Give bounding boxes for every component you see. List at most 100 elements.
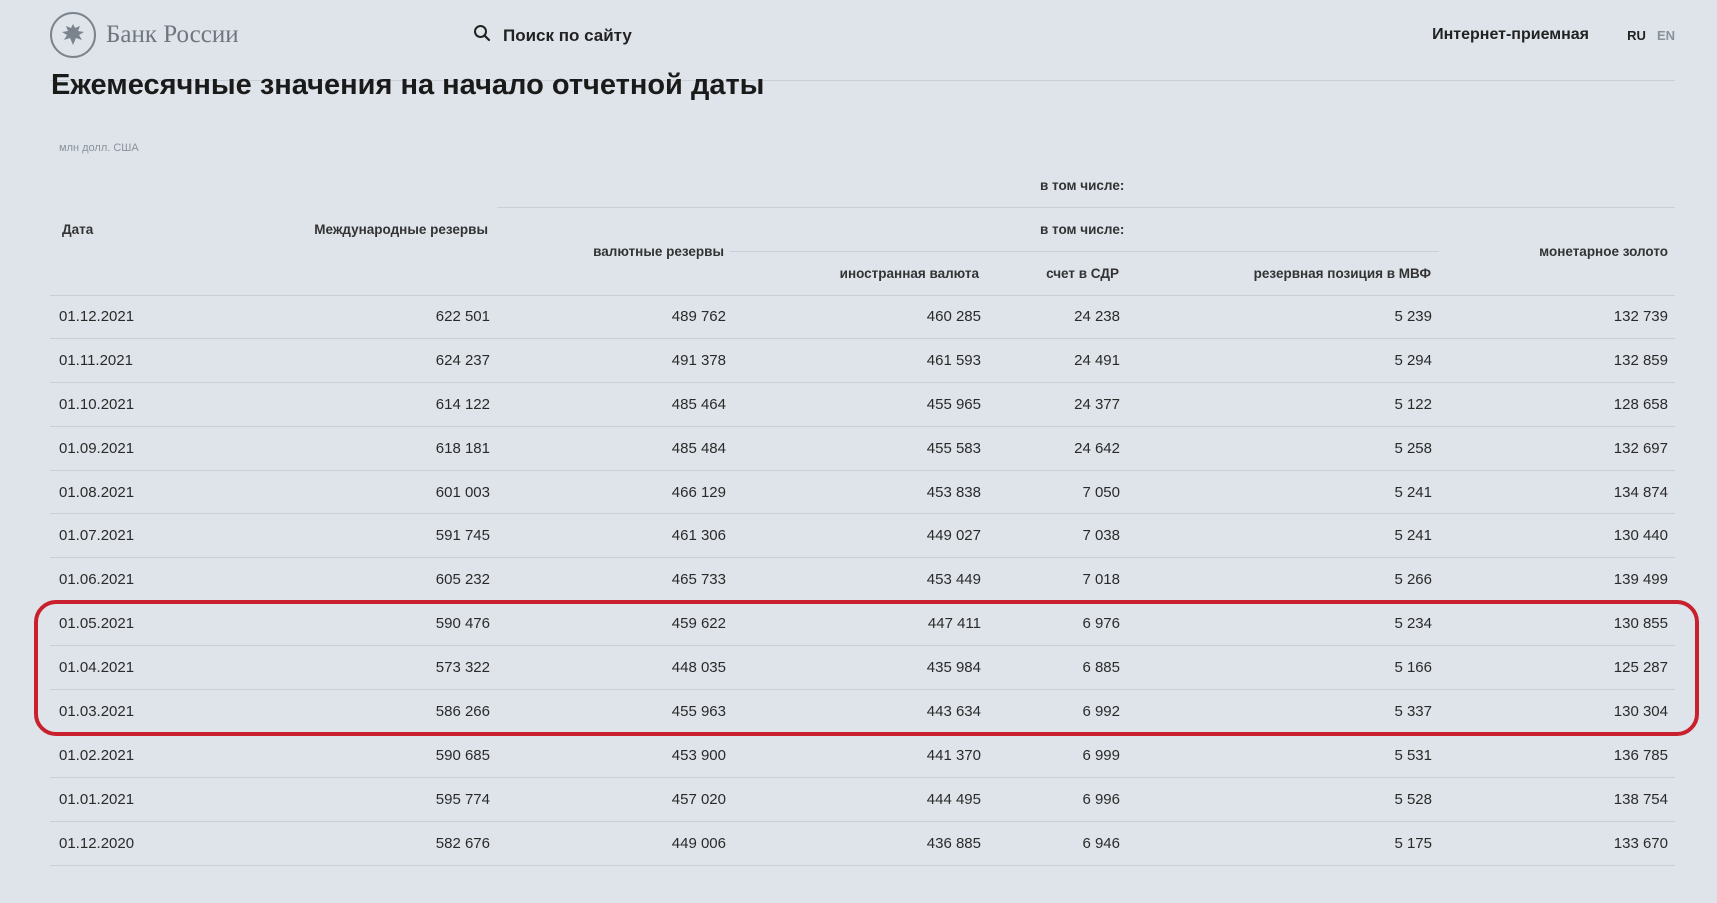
cell-date: 01.02.2021 [59, 746, 135, 764]
col-header-date: Дата [62, 222, 94, 237]
cell-imf-position: 5 166 [1394, 659, 1432, 677]
cell-sdr-account: 7 038 [1082, 527, 1120, 545]
lang-ru[interactable]: RU [1627, 28, 1646, 43]
units-label: млн долл. США [59, 142, 139, 154]
cell-foreign-currency: 441 370 [926, 746, 981, 764]
cell-currency-reserves: 449 006 [671, 834, 726, 852]
table-row: 01.01.2021 595 774 457 020 444 495 6 996 5 52… [50, 778, 1675, 822]
language-switcher: RU EN [1627, 28, 1675, 43]
cell-intl-reserves: 595 774 [435, 790, 490, 808]
cell-currency-reserves: 489 762 [671, 307, 726, 325]
cell-currency-reserves: 461 306 [671, 527, 726, 545]
cell-foreign-currency: 453 838 [926, 483, 981, 501]
col-header-currency-reserves: валютные резервы [593, 244, 724, 259]
cell-sdr-account: 6 885 [1082, 659, 1120, 677]
header-divider-1 [497, 207, 1675, 208]
cell-foreign-currency: 435 984 [926, 659, 981, 677]
cell-date: 01.09.2021 [59, 439, 135, 457]
cell-imf-position: 5 337 [1394, 702, 1432, 720]
cell-date: 01.11.2021 [59, 351, 133, 369]
cell-date: 01.12.2021 [59, 307, 135, 325]
header-divider-2 [730, 251, 1439, 252]
cell-intl-reserves: 590 685 [435, 746, 490, 764]
cell-currency-reserves: 457 020 [671, 790, 726, 808]
col-header-monetary-gold: монетарное золото [1539, 244, 1668, 259]
lang-en[interactable]: EN [1657, 28, 1675, 43]
cell-foreign-currency: 460 285 [926, 307, 981, 325]
cell-imf-position: 5 175 [1394, 834, 1432, 852]
cell-intl-reserves: 590 476 [435, 615, 490, 633]
cell-date: 01.03.2021 [59, 702, 135, 720]
logo-text: Банк России [106, 21, 239, 48]
internet-reception-link[interactable]: Интернет-приемная [1432, 26, 1589, 44]
cell-monetary-gold: 132 739 [1613, 307, 1668, 325]
cell-intl-reserves: 618 181 [435, 439, 490, 457]
cell-currency-reserves: 459 622 [671, 615, 726, 633]
cell-currency-reserves: 485 464 [671, 395, 726, 413]
cell-imf-position: 5 531 [1394, 746, 1432, 764]
cell-monetary-gold: 133 670 [1613, 834, 1668, 852]
table-row: 01.05.2021 590 476 459 622 447 411 6 976 5 23… [50, 602, 1675, 647]
table-row: 01.10.2021 614 122 485 464 455 965 24 377 5 1… [50, 383, 1675, 427]
cell-currency-reserves: 465 733 [671, 571, 726, 589]
table-row: 01.06.2021 605 232 465 733 453 449 7 018 5 26… [50, 558, 1675, 603]
cell-date: 01.10.2021 [59, 395, 135, 413]
cell-monetary-gold: 130 440 [1613, 527, 1668, 545]
search-button[interactable]: Поиск по сайту [473, 24, 632, 47]
cell-monetary-gold: 130 304 [1613, 702, 1668, 720]
cell-sdr-account: 24 642 [1074, 439, 1120, 457]
cell-date: 01.04.2021 [59, 659, 135, 677]
cell-intl-reserves: 605 232 [435, 571, 490, 589]
table-row: 01.04.2021 573 322 448 035 435 984 6 885 5 16… [50, 646, 1675, 691]
eagle-emblem-icon [50, 12, 96, 58]
cell-date: 01.08.2021 [59, 483, 135, 501]
cell-sdr-account: 6 946 [1082, 834, 1120, 852]
cell-sdr-account: 7 050 [1082, 483, 1120, 501]
cell-imf-position: 5 239 [1394, 307, 1432, 325]
cell-foreign-currency: 453 449 [926, 571, 981, 589]
table-row: 01.07.2021 591 745 461 306 449 027 7 038 5 24… [50, 514, 1675, 559]
cell-imf-position: 5 528 [1394, 790, 1432, 808]
cell-monetary-gold: 134 874 [1613, 483, 1668, 501]
cell-imf-position: 5 266 [1394, 571, 1432, 589]
table-row: 01.09.2021 618 181 485 484 455 583 24 642 5 2… [50, 427, 1675, 471]
cell-intl-reserves: 614 122 [435, 395, 490, 413]
cell-foreign-currency: 444 495 [926, 790, 981, 808]
cell-currency-reserves: 466 129 [671, 483, 726, 501]
cell-intl-reserves: 622 501 [435, 307, 490, 325]
cell-foreign-currency: 449 027 [926, 527, 981, 545]
bank-logo[interactable]: Банк России [50, 12, 239, 58]
cell-monetary-gold: 139 499 [1613, 571, 1668, 589]
cell-intl-reserves: 591 745 [435, 527, 490, 545]
col-header-foreign-currency: иностранная валюта [839, 266, 979, 281]
cell-imf-position: 5 294 [1394, 351, 1432, 369]
cell-foreign-currency: 436 885 [926, 834, 981, 852]
col-header-including-2: в том числе: [1040, 222, 1125, 237]
cell-monetary-gold: 138 754 [1613, 790, 1668, 808]
cell-monetary-gold: 130 855 [1613, 615, 1668, 633]
cell-sdr-account: 6 996 [1082, 790, 1120, 808]
table-row: 01.11.2021 624 237 491 378 461 593 24 491 5 2… [50, 339, 1675, 383]
cell-imf-position: 5 234 [1394, 615, 1432, 633]
cell-foreign-currency: 447 411 [927, 615, 981, 633]
cell-currency-reserves: 453 900 [671, 746, 726, 764]
cell-sdr-account: 6 976 [1082, 615, 1120, 633]
cell-sdr-account: 24 491 [1074, 351, 1120, 369]
cell-monetary-gold: 132 859 [1613, 351, 1668, 369]
cell-intl-reserves: 586 266 [435, 702, 490, 720]
search-icon [473, 24, 491, 47]
search-label: Поиск по сайту [503, 25, 632, 45]
cell-date: 01.12.2020 [59, 834, 135, 852]
cell-imf-position: 5 241 [1394, 527, 1432, 545]
cell-intl-reserves: 582 676 [435, 834, 490, 852]
table-row: 01.08.2021 601 003 466 129 453 838 7 050 5 24… [50, 471, 1675, 515]
cell-imf-position: 5 241 [1394, 483, 1432, 501]
cell-date: 01.01.2021 [59, 790, 135, 808]
cell-monetary-gold: 128 658 [1613, 395, 1668, 413]
cell-currency-reserves: 455 963 [671, 702, 726, 720]
page-title: Ежемесячные значения на начало отчетной … [51, 69, 765, 101]
cell-monetary-gold: 136 785 [1613, 746, 1668, 764]
cell-sdr-account: 24 238 [1074, 307, 1120, 325]
cell-intl-reserves: 624 237 [435, 351, 490, 369]
col-header-including-1: в том числе: [1040, 178, 1125, 193]
